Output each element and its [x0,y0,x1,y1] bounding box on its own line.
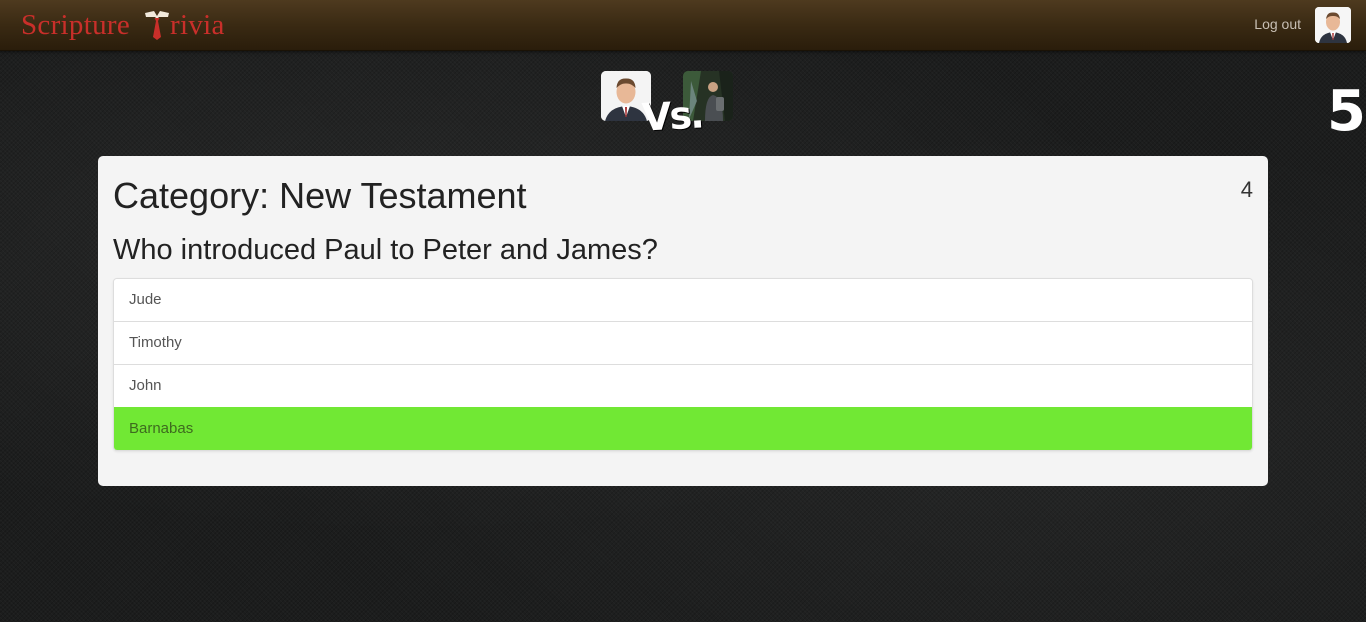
answer-option-jude[interactable]: Jude [114,279,1252,321]
question-text: Who introduced Paul to Peter and James? [113,234,658,266]
user-avatar-image [1315,7,1351,43]
countdown-timer: 5 [1327,84,1366,140]
brand-text-right: rivia [170,8,225,41]
brand-logo[interactable]: Scripture rivia [21,7,225,43]
answer-option-john[interactable]: John [114,364,1252,407]
logout-link[interactable]: Log out [1254,16,1301,32]
question-panel: Category: New Testament 4 Who introduced… [98,156,1268,486]
answer-list: Jude Timothy John Barnabas [113,278,1253,451]
answer-option-timothy[interactable]: Timothy [114,321,1252,364]
versus-banner: Vs. [601,71,741,141]
tie-t-icon [145,11,170,40]
vs-label: Vs. [640,92,704,140]
score-counter: 4 [1240,177,1253,202]
navbar: Scripture rivia Log out [0,0,1366,51]
brand-text-left: Scripture [21,8,131,41]
category-title: Category: New Testament [113,175,527,216]
user-avatar-icon[interactable] [1315,7,1351,43]
answer-option-barnabas[interactable]: Barnabas [114,407,1252,450]
